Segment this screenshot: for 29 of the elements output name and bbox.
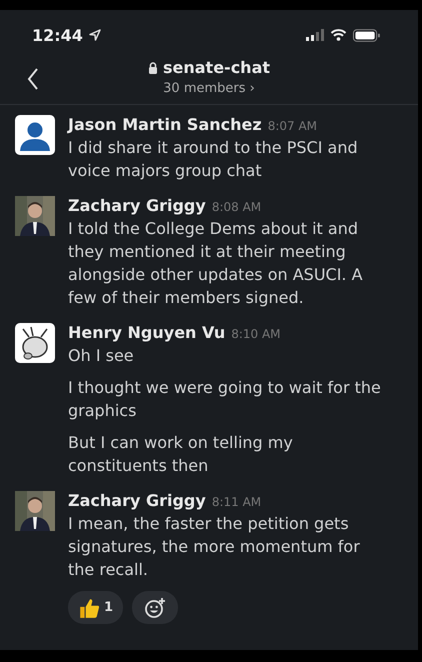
channel-name: senate-chat bbox=[162, 58, 270, 77]
lock-icon bbox=[148, 62, 158, 74]
battery-icon bbox=[353, 28, 380, 42]
message-text: I thought we were going to wait for the graphics bbox=[68, 377, 382, 422]
reaction-button[interactable]: 1 bbox=[68, 591, 124, 624]
message-text: I did share it around to the PSCI and voice majors group chat bbox=[68, 137, 359, 182]
message-text: But I can work on telling my constituents then bbox=[68, 432, 294, 477]
wifi-icon bbox=[330, 29, 347, 41]
author-name[interactable]: Zachary Griggy bbox=[68, 491, 206, 510]
add-reaction-icon bbox=[144, 596, 166, 618]
message-text: I told the College Dems about it and they mentioned it at their meeting alongside other updates on ASUCI. A few of their members signed. bbox=[68, 218, 364, 309]
message-text: Oh I see bbox=[68, 345, 135, 367]
author-name[interactable]: Zachary Griggy bbox=[68, 196, 206, 215]
author-name[interactable]: Henry Nguyen Vu bbox=[68, 323, 226, 342]
message-time: 8:10 AM bbox=[231, 327, 281, 341]
author-name[interactable]: Jason Martin Sanchez bbox=[68, 115, 262, 134]
message-text: I mean, the faster the petition gets signatures, the more momentum for the recall. bbox=[68, 513, 361, 581]
back-icon[interactable] bbox=[27, 68, 39, 90]
status-time: 12:44 bbox=[32, 26, 83, 44]
message-time: 8:07 AM bbox=[268, 119, 318, 133]
members-link[interactable]: 30 members › bbox=[163, 81, 255, 96]
cartoon-avatar-drawing[interactable] bbox=[15, 323, 55, 363]
location-arrow-icon bbox=[88, 29, 101, 41]
message-time: 8:08 AM bbox=[212, 200, 262, 214]
signal-icon bbox=[306, 29, 324, 41]
message-time: 8:11 AM bbox=[212, 495, 262, 509]
add-reaction-button[interactable] bbox=[132, 591, 178, 624]
thumbs-up-icon bbox=[78, 596, 100, 618]
avatar-icon[interactable] bbox=[15, 115, 55, 155]
